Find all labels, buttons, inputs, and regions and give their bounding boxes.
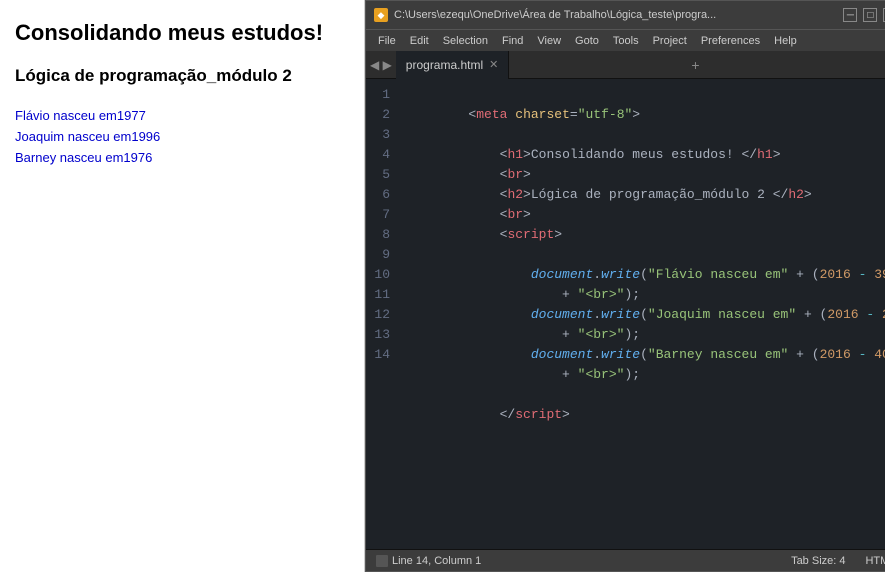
app-icon: ◆: [374, 8, 388, 22]
status-syntax: HTML: [865, 555, 885, 567]
window-controls[interactable]: ─ □ ✕: [843, 8, 885, 22]
output-line-1: Flávio nasceu em1977: [15, 106, 349, 127]
code-lines[interactable]: <meta charset="utf-8"> <h1>Consolidando …: [398, 79, 885, 549]
output-line-2: Joaquim nasceu em1996: [15, 127, 349, 148]
code-editor-area[interactable]: 1 2 3 4 5 6 7 8 9 10 11 12 13 14 <meta c…: [366, 79, 885, 549]
code-line-3: <h1>Consolidando meus estudos! </h1>: [406, 125, 885, 145]
tab-bar: ◀ ▶ programa.html ✕ + ▼: [366, 51, 885, 79]
menu-goto[interactable]: Goto: [569, 33, 605, 49]
page-heading: Consolidando meus estudos!: [15, 20, 349, 46]
status-left: Line 14, Column 1: [376, 555, 481, 567]
page-subheading: Lógica de programação_módulo 2: [15, 66, 349, 86]
status-file-icon: [376, 555, 388, 567]
menu-edit[interactable]: Edit: [404, 33, 435, 49]
menu-selection[interactable]: Selection: [437, 33, 494, 49]
menu-bar: File Edit Selection Find View Goto Tools…: [366, 29, 885, 51]
status-position: Line 14, Column 1: [392, 555, 481, 567]
menu-preferences[interactable]: Preferences: [695, 33, 766, 49]
status-tab-size: Tab Size: 4: [791, 555, 845, 567]
code-line-9: document.write("Flávio nasceu em" + (201…: [406, 245, 885, 265]
editor-window: ◆ C:\Users\ezequ\OneDrive\Área de Trabal…: [365, 0, 885, 572]
title-bar-text: C:\Users\ezequ\OneDrive\Área de Trabalho…: [394, 9, 716, 21]
tab-programa-html[interactable]: programa.html ✕: [396, 51, 510, 79]
menu-project[interactable]: Project: [647, 33, 693, 49]
menu-tools[interactable]: Tools: [607, 33, 645, 49]
tab-close-icon[interactable]: ✕: [489, 58, 498, 71]
line-numbers: 1 2 3 4 5 6 7 8 9 10 11 12 13 14: [366, 79, 398, 549]
maximize-button[interactable]: □: [863, 8, 877, 22]
menu-find[interactable]: Find: [496, 33, 529, 49]
menu-help[interactable]: Help: [768, 33, 803, 49]
status-right: Tab Size: 4 HTML: [791, 555, 885, 567]
menu-view[interactable]: View: [531, 33, 567, 49]
tab-add-button[interactable]: +: [691, 57, 699, 73]
minimize-button[interactable]: ─: [843, 8, 857, 22]
status-bar: Line 14, Column 1 Tab Size: 4 HTML: [366, 549, 885, 571]
title-bar: ◆ C:\Users\ezequ\OneDrive\Área de Trabal…: [366, 1, 885, 29]
script-output: Flávio nasceu em1977 Joaquim nasceu em19…: [15, 106, 349, 168]
code-line-13: </script>: [406, 385, 885, 405]
code-line-1: <meta charset="utf-8">: [406, 85, 885, 105]
browser-output-panel: Consolidando meus estudos! Lógica de pro…: [0, 0, 365, 572]
output-line-3: Barney nasceu em1976: [15, 148, 349, 169]
title-bar-left: ◆ C:\Users\ezequ\OneDrive\Área de Trabal…: [374, 8, 716, 22]
tab-label: programa.html: [406, 58, 483, 72]
menu-file[interactable]: File: [372, 33, 402, 49]
tab-nav-arrows[interactable]: ◀ ▶: [366, 58, 396, 72]
